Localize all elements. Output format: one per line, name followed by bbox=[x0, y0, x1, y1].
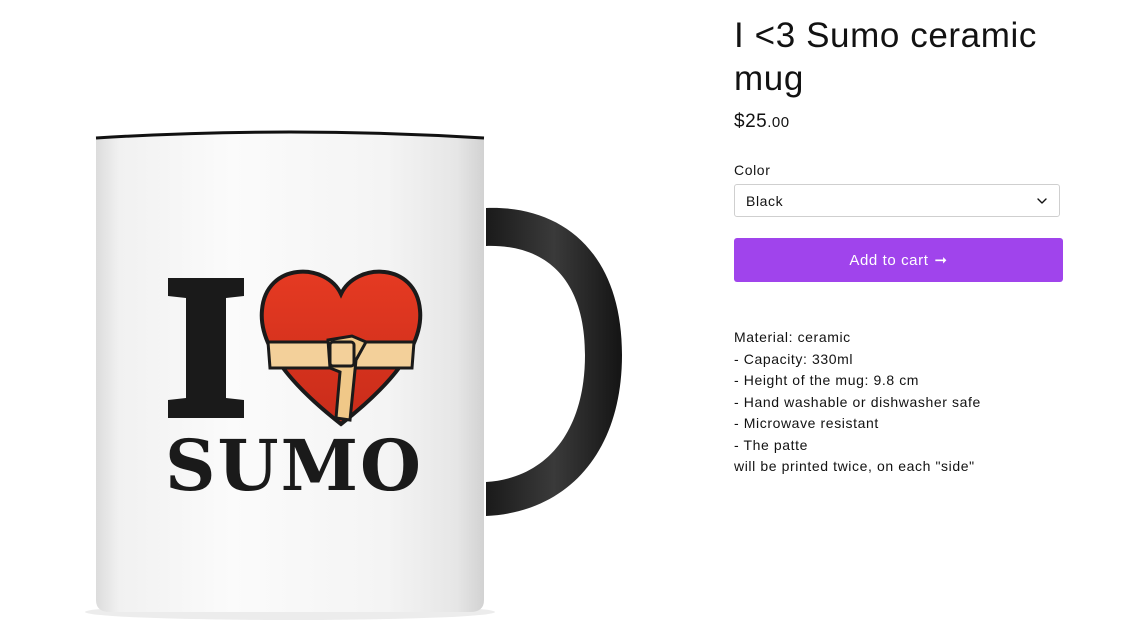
mug-handle bbox=[486, 207, 622, 516]
product-info: I <3 Sumo ceramic mug $25.00 Color Black… bbox=[734, 14, 1064, 478]
color-label: Color bbox=[734, 162, 771, 178]
description-line: - Microwave resistant bbox=[734, 415, 879, 431]
product-title: I <3 Sumo ceramic mug bbox=[734, 16, 1037, 98]
color-select[interactable]: Black bbox=[734, 184, 1060, 217]
description-line: Material: ceramic bbox=[734, 329, 851, 345]
product-page: SUMO I <3 Sumo ceramic mug $25.00 Color … bbox=[0, 0, 1122, 642]
description-line: - Capacity: 330ml bbox=[734, 350, 854, 367]
product-image[interactable]: SUMO bbox=[0, 0, 700, 642]
price-cents: .00 bbox=[767, 114, 790, 131]
mug-illustration: SUMO bbox=[85, 130, 622, 620]
color-select-value: Black bbox=[746, 193, 784, 209]
description-line: - Hand washable or dishwasher safe bbox=[734, 393, 981, 410]
description-line: - The patte bbox=[734, 436, 809, 453]
logo-word-sumo: SUMO bbox=[165, 424, 423, 507]
add-to-cart-label: Add to cart bbox=[849, 251, 929, 269]
product-description: Material: ceramic - Capacity: 330ml - He… bbox=[734, 327, 1064, 478]
product-price: $25.00 bbox=[734, 111, 1064, 137]
price-main: $25 bbox=[734, 111, 768, 132]
description-line: will be printed twice, on each "side" bbox=[734, 458, 975, 474]
add-to-cart-button[interactable]: Add to cart ➞ bbox=[734, 238, 1063, 282]
chevron-down-icon bbox=[1037, 198, 1047, 204]
description-line: - Height of the mug: 9.8 cm bbox=[734, 372, 920, 388]
arrow-right-icon: ➞ bbox=[934, 252, 948, 269]
